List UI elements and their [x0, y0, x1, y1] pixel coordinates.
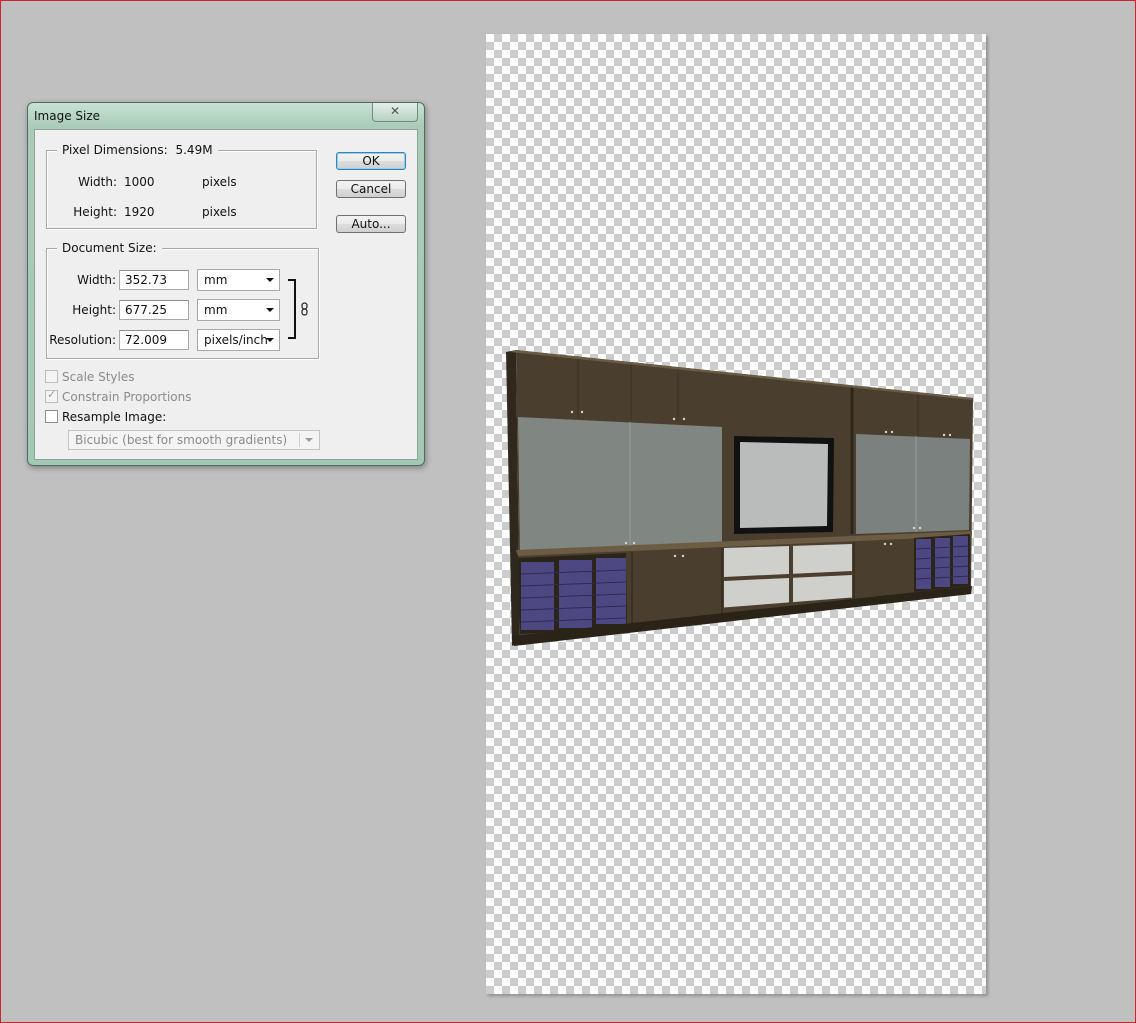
pixel-dimensions-group: Pixel Dimensions: 5.49M Width: 1000 pixe… — [46, 143, 317, 229]
resolution-unit-select[interactable]: pixels/inch — [197, 329, 280, 351]
pixel-height-unit: pixels — [202, 205, 237, 219]
doc-height-unit-select[interactable]: mm — [197, 299, 280, 321]
pixel-height-label: Height: — [73, 205, 117, 219]
close-icon: ✕ — [389, 104, 401, 118]
pixel-dimensions-legend: Pixel Dimensions: — [62, 143, 168, 157]
constrain-proportions-checkbox[interactable]: ✓ — [45, 388, 58, 403]
constrain-proportions-label: Constrain Proportions — [62, 390, 192, 404]
pixel-height-value: 1920 — [124, 205, 155, 219]
doc-width-label: Width: — [77, 273, 116, 287]
pixel-dimensions-size: 5.49M — [175, 143, 213, 157]
doc-height-field[interactable]: 677.25 — [119, 300, 189, 320]
auto-button[interactable]: Auto... — [336, 215, 406, 233]
resample-method-select[interactable]: Bicubic (best for smooth gradients) — [68, 430, 320, 450]
document-canvas[interactable] — [486, 34, 986, 994]
scale-styles-checkbox[interactable] — [45, 370, 58, 383]
cancel-button[interactable]: Cancel — [336, 180, 406, 198]
chevron-down-icon — [266, 278, 274, 282]
image-size-dialog: Image Size ✕ Pixel Dimensions: 5.49M Wid… — [27, 102, 425, 466]
ok-button[interactable]: OK — [336, 152, 406, 170]
resample-image-label: Resample Image: — [62, 410, 167, 424]
doc-width-unit-select[interactable]: mm — [197, 269, 280, 291]
chevron-down-icon — [266, 308, 274, 312]
resolution-field[interactable]: 72.009 — [119, 330, 189, 350]
checkmark-icon: ✓ — [47, 388, 57, 401]
dialog-title: Image Size — [34, 109, 101, 123]
doc-height-label: Height: — [72, 303, 116, 317]
doc-width-field[interactable]: 352.73 — [119, 270, 189, 290]
resolution-label: Resolution: — [49, 333, 116, 347]
dialog-body: Pixel Dimensions: 5.49M Width: 1000 pixe… — [34, 129, 418, 460]
resolution-unit: pixels/inch — [204, 333, 268, 347]
scale-styles-label: Scale Styles — [62, 370, 135, 384]
chevron-down-icon — [266, 338, 274, 342]
chevron-down-icon — [305, 438, 313, 442]
close-button[interactable]: ✕ — [372, 103, 418, 122]
pixel-width-unit: pixels — [202, 175, 237, 189]
furniture-render — [506, 350, 973, 646]
document-size-legend: Document Size: — [57, 241, 162, 255]
proportion-bracket — [288, 279, 296, 339]
link-icon — [301, 302, 308, 316]
doc-height-unit: mm — [204, 303, 228, 317]
pixel-width-label: Width: — [78, 175, 117, 189]
resample-image-checkbox[interactable] — [45, 410, 58, 423]
pixel-width-value: 1000 — [124, 175, 155, 189]
doc-width-unit: mm — [204, 273, 228, 287]
document-size-group: Document Size: Width: 352.73 mm Height: … — [46, 241, 319, 359]
resample-method-value: Bicubic (best for smooth gradients) — [75, 433, 288, 447]
